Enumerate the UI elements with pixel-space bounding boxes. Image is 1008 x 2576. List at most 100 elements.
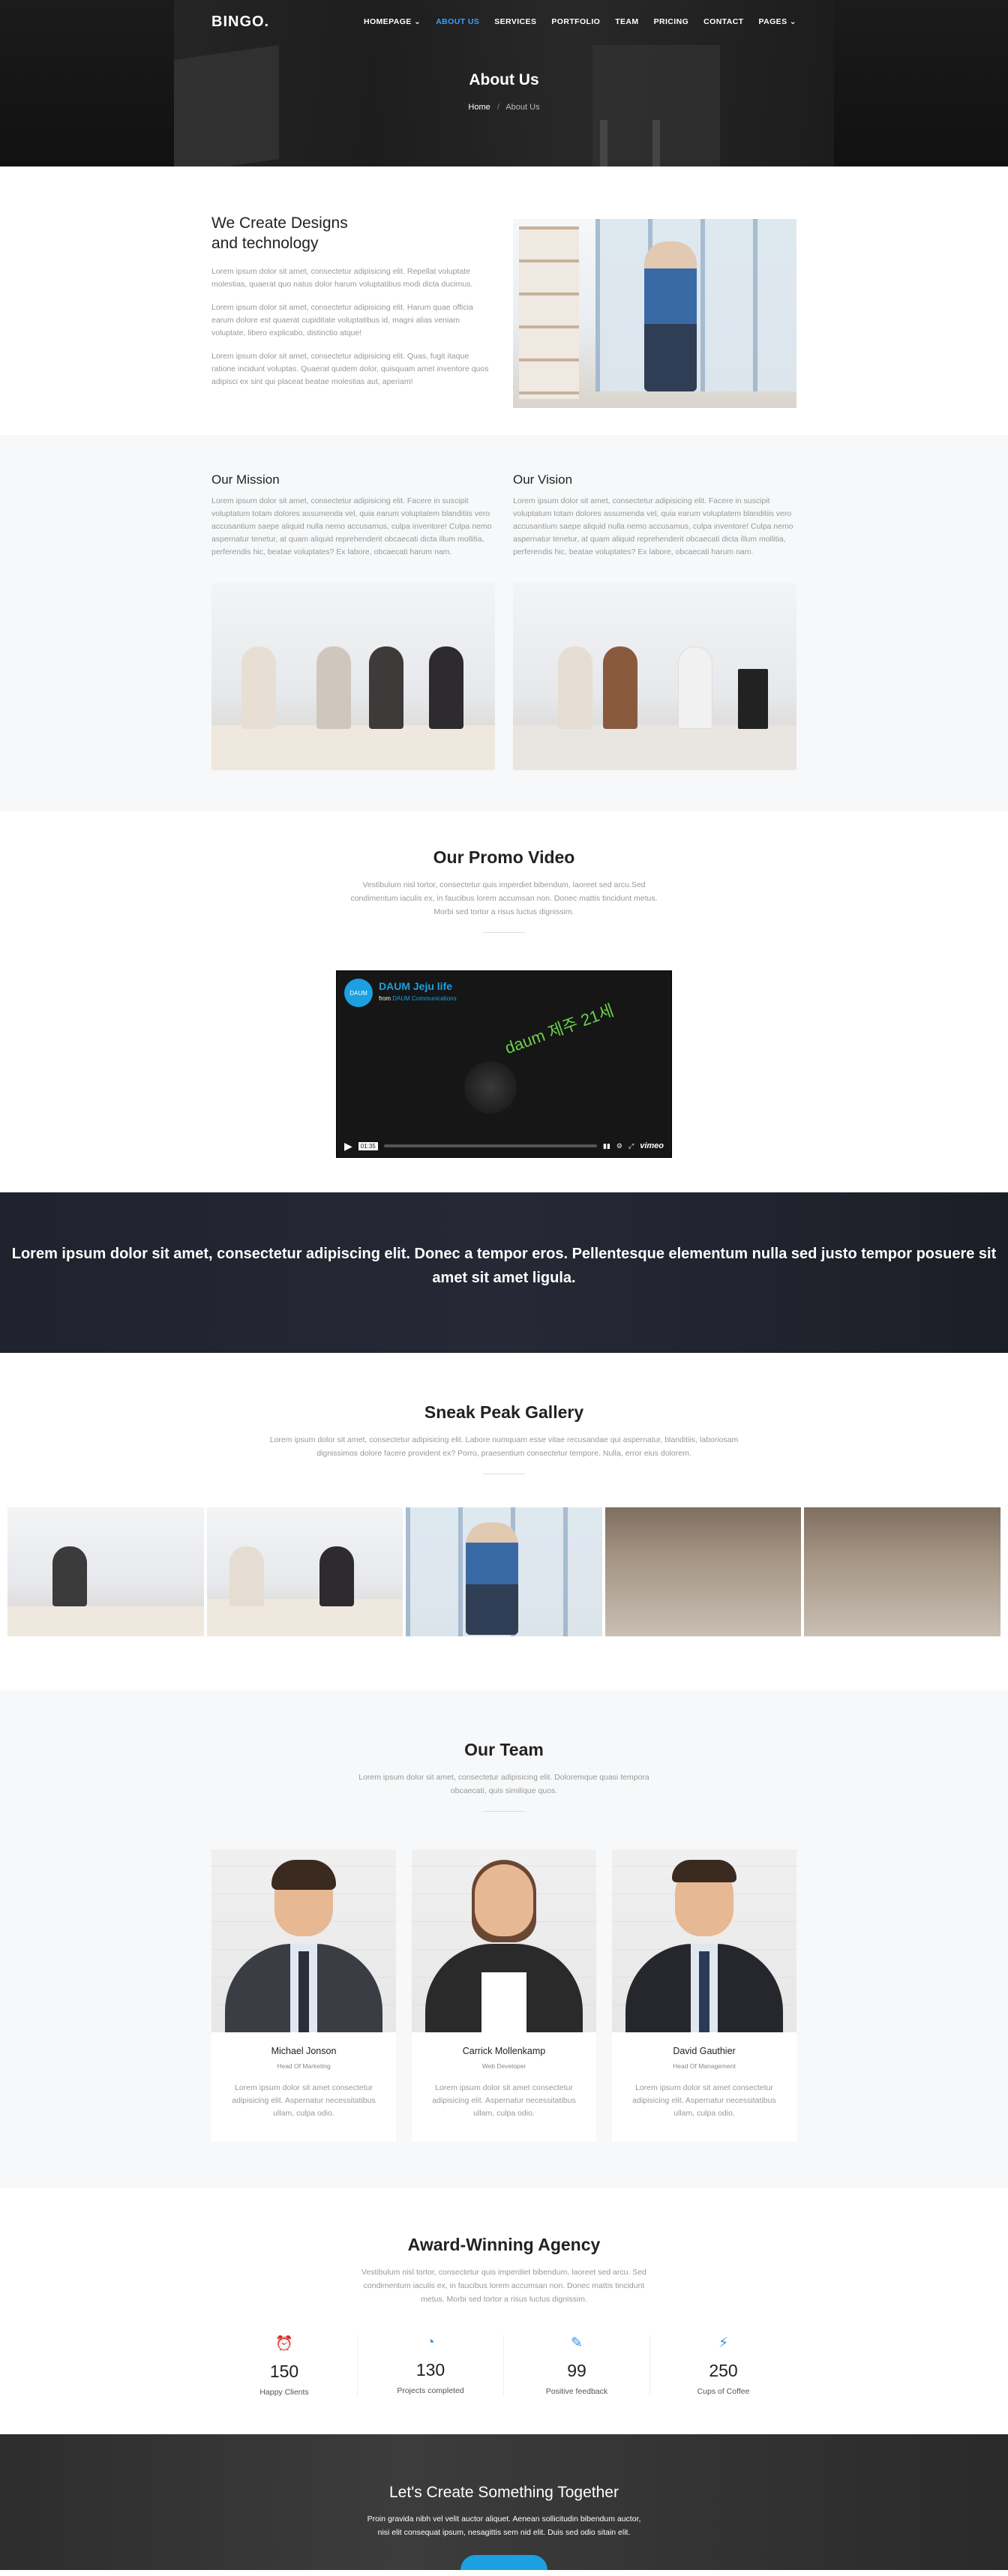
gallery-strip — [8, 1507, 1000, 1636]
gallery-title: Sneak Peak Gallery — [424, 1402, 584, 1422]
gallery-image[interactable] — [206, 1507, 404, 1636]
lightning-icon: ⚡ — [718, 2335, 729, 2351]
breadcrumb-current: About Us — [506, 103, 540, 112]
about-paragraph: Lorem ipsum dolor sit amet, consectetur … — [212, 352, 489, 386]
gallery-subtitle: Lorem ipsum dolor sit amet, consectetur … — [269, 1435, 739, 1458]
vimeo-logo[interactable]: vimeo — [640, 1141, 664, 1150]
team-member-photo — [212, 1849, 396, 2032]
promo-subtitle: Vestibulum nisl tortor, consectetur quis… — [350, 880, 658, 916]
team-subtitle: Lorem ipsum dolor sit amet, consectetur … — [358, 1773, 650, 1795]
about-paragraph: Lorem ipsum dolor sit amet, consectetur … — [212, 303, 473, 337]
about-section: We Create Designs and technology Lorem i… — [0, 166, 1008, 435]
team-card: Carrick Mollenkamp Web Developer Lorem i… — [412, 1849, 596, 2142]
volume-icon[interactable]: ▮▮ — [603, 1142, 610, 1150]
team-member-name: Michael Jonson — [271, 2046, 337, 2056]
mission-team-photo — [212, 583, 495, 770]
fullscreen-icon[interactable]: ⤢ — [628, 1142, 634, 1150]
nav-item-team[interactable]: TEAM — [615, 17, 638, 26]
navbar: BINGO. HOMEPAGE ⌄ ABOUT US SERVICES PORT… — [0, 0, 1008, 43]
nav-menu: HOMEPAGE ⌄ ABOUT US SERVICES PORTFOLIO T… — [364, 17, 796, 26]
cta-button[interactable] — [460, 2555, 548, 2570]
gallery-image[interactable] — [804, 1507, 1000, 1636]
stat-label: Happy Clients — [260, 2388, 309, 2397]
video-progress-bar[interactable] — [383, 1144, 598, 1147]
video-title[interactable]: DAUM Jeju life — [379, 980, 452, 992]
edit-pencil-icon: ✎ — [571, 2335, 583, 2351]
team-member-bio: Lorem ipsum dolor sit amet consectetur a… — [432, 2083, 576, 2118]
breadcrumb: Home / About Us — [0, 103, 1008, 112]
vision-text: Lorem ipsum dolor sit amet, consectetur … — [513, 496, 794, 556]
video-controls: ▶ 01:35 ▮▮ ⚙ ⤢ vimeo — [337, 1135, 671, 1157]
video-frame-object — [464, 1061, 517, 1114]
stat-value: 250 — [709, 2361, 738, 2380]
stat-happy-clients: ⏰ 150 Happy Clients — [212, 2335, 358, 2397]
stat-positive-feedback: ✎ 99 Positive feedback — [504, 2335, 650, 2397]
gallery-image[interactable] — [604, 1507, 802, 1636]
nav-item-about-us[interactable]: ABOUT US — [436, 17, 479, 26]
stats-row: ⏰ 150 Happy Clients ◔ 130 Projects compl… — [212, 2335, 796, 2397]
stat-label: Cups of Coffee — [697, 2387, 750, 2396]
awards-subtitle: Vestibulum nisl tortor, consectetur quis… — [362, 2268, 646, 2304]
video-author-link[interactable]: DAUM Communications — [392, 995, 456, 1002]
page-header-banner: BINGO. HOMEPAGE ⌄ ABOUT US SERVICES PORT… — [0, 0, 1008, 166]
nav-item-contact[interactable]: CONTACT — [704, 17, 743, 26]
quote-banner: Lorem ipsum dolor sit amet, consectetur … — [0, 1192, 1008, 1353]
breadcrumb-separator: / — [496, 103, 500, 112]
team-member-name: Carrick Mollenkamp — [462, 2046, 546, 2056]
cta-text-line: Proin gravida nibh vel velit auctor aliq… — [367, 2515, 641, 2524]
awards-title: Award-Winning Agency — [407, 2235, 601, 2254]
cta-text-line: nisi elit consequat ipsum, nesagittis se… — [377, 2528, 631, 2537]
team-card: Michael Jonson Head Of Marketing Lorem i… — [212, 1849, 396, 2142]
stat-label: Projects completed — [397, 2386, 464, 2395]
nav-item-pages[interactable]: PAGES ⌄ — [759, 17, 797, 26]
video-author-prefix: from — [379, 995, 391, 1002]
awards-section: Award-Winning Agency Vestibulum nisl tor… — [0, 2188, 1008, 2434]
about-office-photo — [513, 219, 796, 408]
team-member-bio: Lorem ipsum dolor sit amet consectetur a… — [632, 2083, 776, 2118]
video-author: from DAUM Communications — [379, 995, 457, 1002]
stat-value: 150 — [269, 2362, 299, 2381]
nav-item-services[interactable]: SERVICES — [494, 17, 536, 26]
hero-decor-v — [600, 120, 660, 166]
stat-label: Positive feedback — [545, 2387, 608, 2396]
dashboard-gauge-icon: ◔ — [426, 2335, 435, 2350]
brand-logo[interactable]: BINGO. — [212, 13, 269, 31]
cta-text: Proin gravida nibh vel velit auctor aliq… — [0, 2512, 1008, 2539]
section-divider — [483, 932, 525, 933]
promo-video-section: Our Promo Video Vestibulum nisl tortor, … — [0, 811, 1008, 1192]
video-frame-logo: daum 제주 21세 — [502, 1000, 616, 1058]
nav-item-homepage[interactable]: HOMEPAGE ⌄ — [364, 17, 421, 26]
gallery-image[interactable] — [406, 1507, 602, 1636]
page-title: About Us — [469, 71, 539, 88]
channel-avatar[interactable]: DAUM — [344, 979, 373, 1007]
video-player[interactable]: DAUM DAUM Jeju life from DAUM Communicat… — [336, 970, 672, 1158]
about-heading: We Create Designs and technology — [212, 214, 348, 252]
stat-projects-completed: ◔ 130 Projects completed — [358, 2335, 504, 2397]
play-icon[interactable]: ▶ — [344, 1140, 352, 1153]
vision-title: Our Vision — [513, 472, 573, 487]
promo-title: Our Promo Video — [433, 847, 575, 867]
team-title: Our Team — [464, 1740, 544, 1759]
team-member-photo — [412, 1849, 596, 2032]
about-paragraph: Lorem ipsum dolor sit amet, consectetur … — [212, 267, 473, 289]
alarm-clock-icon: ⏰ — [275, 2336, 293, 2352]
team-member-name: David Gauthier — [673, 2046, 736, 2056]
team-member-bio: Lorem ipsum dolor sit amet consectetur a… — [232, 2083, 376, 2118]
nav-item-portfolio[interactable]: PORTFOLIO — [551, 17, 600, 26]
stat-cups-of-coffee: ⚡ 250 Cups of Coffee — [650, 2335, 796, 2397]
settings-icon[interactable]: ⚙ — [616, 1142, 622, 1150]
stat-value: 99 — [567, 2361, 586, 2380]
mission-title: Our Mission — [212, 472, 280, 487]
team-section: Our Team Lorem ipsum dolor sit amet, con… — [0, 1690, 1008, 2188]
cta-section: Let's Create Something Together Proin gr… — [0, 2434, 1008, 2570]
team-card: David Gauthier Head Of Management Lorem … — [612, 1849, 796, 2142]
vision-office-photo — [513, 583, 796, 770]
nav-item-pricing[interactable]: PRICING — [654, 17, 689, 26]
gallery-image[interactable] — [8, 1507, 204, 1636]
team-member-photo — [612, 1849, 796, 2032]
breadcrumb-home-link[interactable]: Home — [468, 103, 490, 112]
stat-value: 130 — [416, 2360, 446, 2380]
gallery-section: Sneak Peak Gallery Lorem ipsum dolor sit… — [0, 1353, 1008, 1690]
quote-text: Lorem ipsum dolor sit amet, consectetur … — [11, 1246, 997, 1286]
team-member-role: Web Developer — [482, 2062, 526, 2070]
